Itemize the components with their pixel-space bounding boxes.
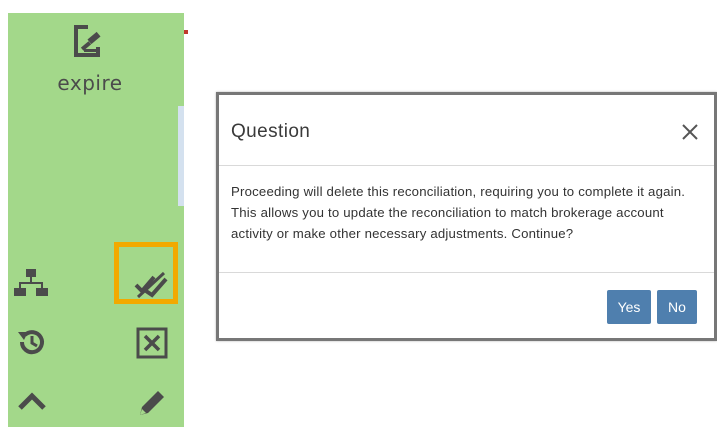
no-button[interactable]: No	[657, 290, 697, 324]
chevron-up-icon[interactable]	[17, 391, 47, 411]
dialog-footer: Yes No	[219, 272, 714, 341]
background-marker	[184, 30, 188, 34]
hierarchy-icon[interactable]	[14, 268, 48, 296]
dialog-message: Proceeding will delete this reconciliati…	[231, 184, 686, 241]
gavel-doc-icon[interactable]	[70, 23, 110, 59]
history-icon[interactable]	[16, 326, 48, 358]
highlight-box	[114, 242, 178, 304]
expire-label: expire	[57, 71, 123, 95]
sidebar: expire	[8, 13, 184, 427]
close-box-icon[interactable]	[136, 327, 168, 359]
dialog-title: Question	[231, 121, 311, 142]
close-icon[interactable]	[680, 122, 700, 142]
dialog-header: Question	[219, 95, 714, 166]
yes-button[interactable]: Yes	[607, 290, 651, 324]
question-dialog: Question Proceeding will delete this rec…	[216, 92, 717, 341]
background-panel-edge	[178, 106, 184, 206]
pencil-icon[interactable]	[136, 387, 168, 419]
